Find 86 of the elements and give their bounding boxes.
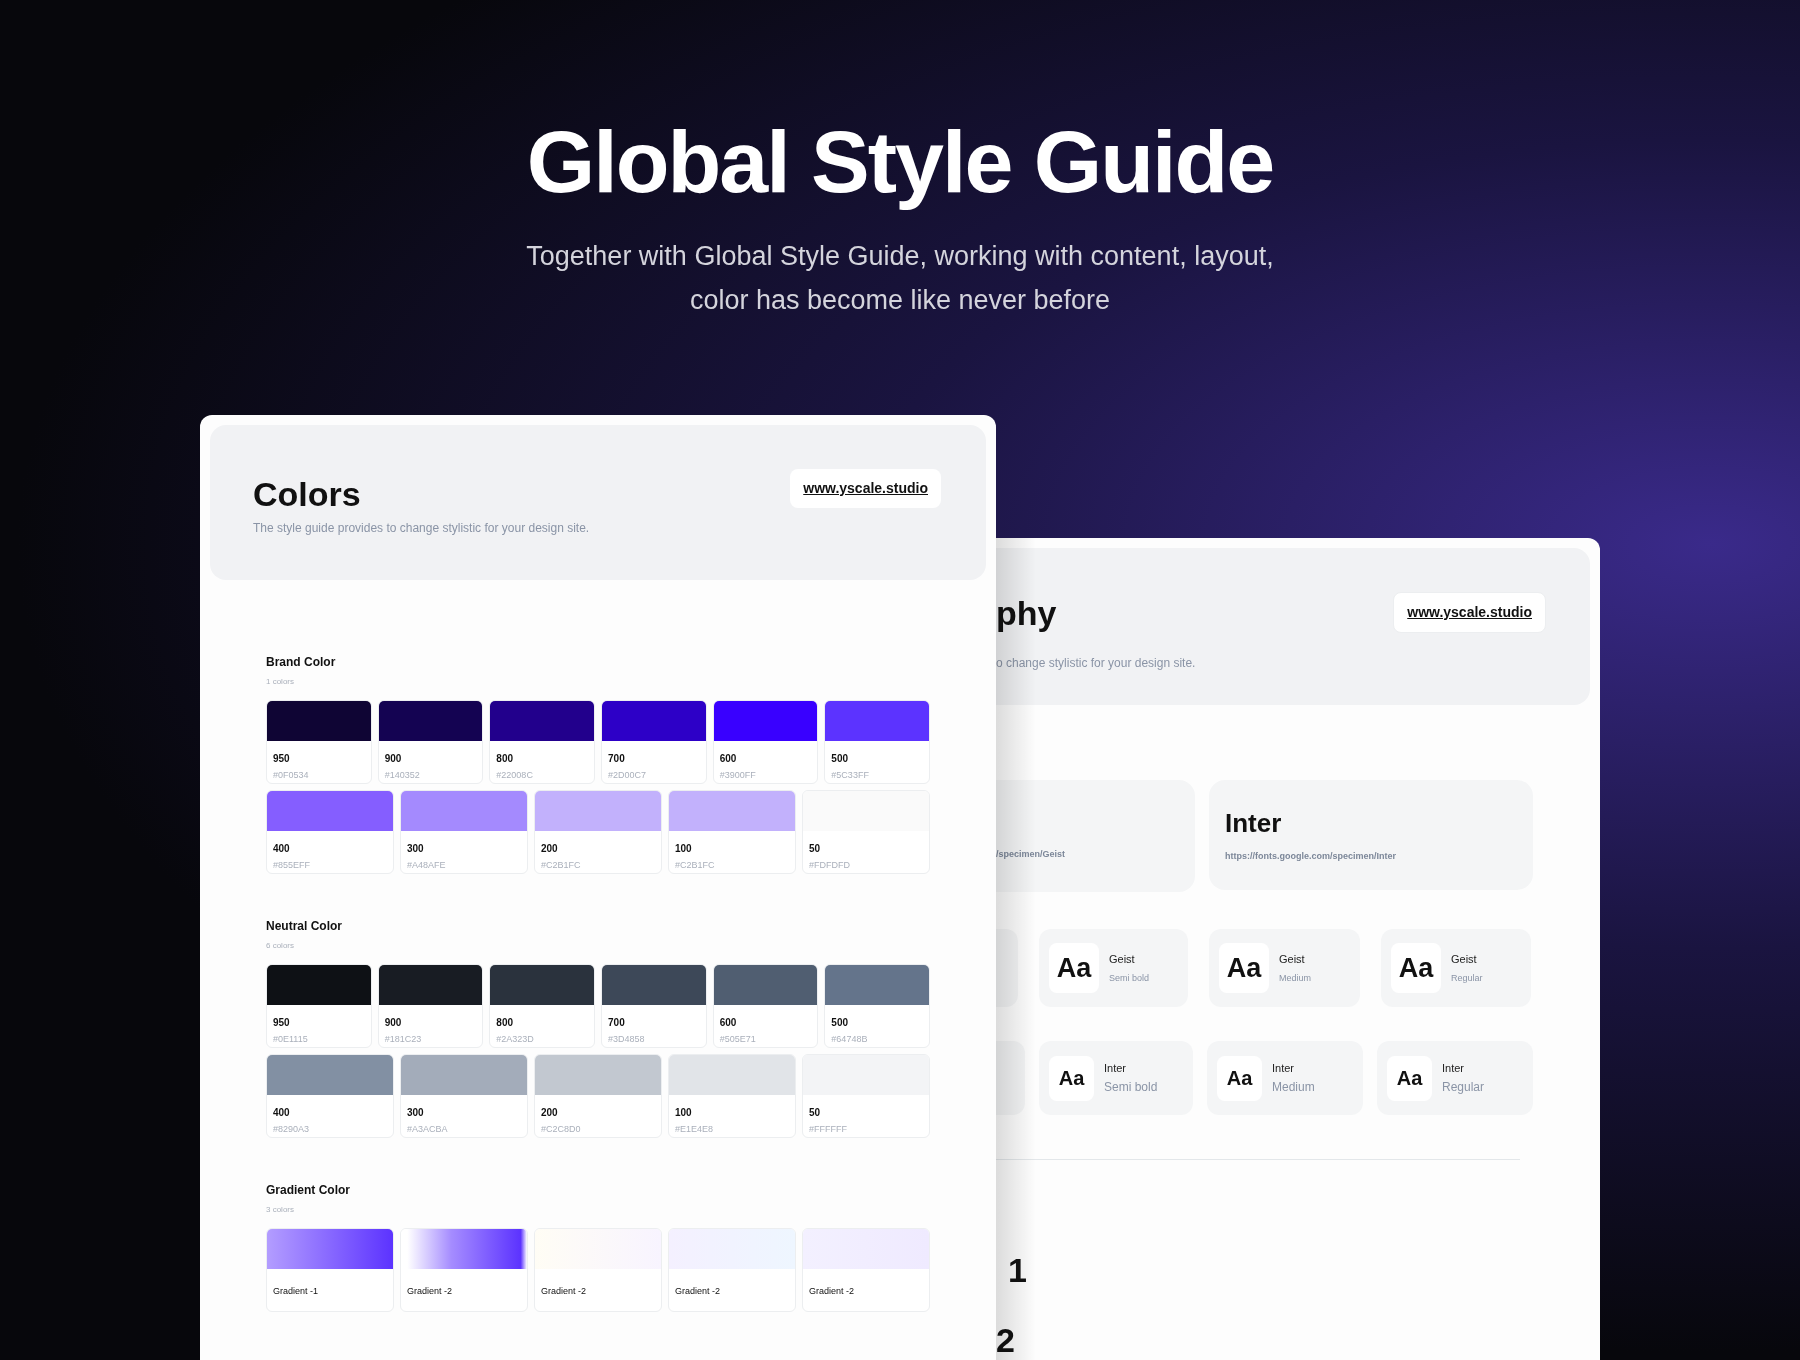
page-title: Global Style Guide bbox=[526, 111, 1274, 213]
color-count: 3 colors bbox=[266, 1204, 295, 1216]
font-sample: Aa bbox=[1391, 943, 1441, 993]
font-weight-label: Regular bbox=[1442, 1079, 1485, 1097]
font-family-label: Geist bbox=[1451, 952, 1478, 967]
shade-label: 700 bbox=[608, 752, 626, 766]
page-subtitle: Together with Global Style Guide, working with content, layout, color has become like never before bbox=[525, 240, 1275, 317]
shade-label: 200 bbox=[541, 1106, 559, 1120]
shade-label: 50 bbox=[809, 842, 822, 856]
font-sample: Aa bbox=[1217, 1055, 1262, 1101]
section-title: phy bbox=[996, 593, 1057, 634]
font-family-label: Inter bbox=[1442, 1060, 1465, 1076]
description-text: The style guide provides to change stylistic for your design site. bbox=[253, 520, 590, 537]
shade-label: 300 bbox=[407, 1106, 425, 1120]
hex-code: #0E1115 bbox=[273, 1033, 309, 1046]
shade-label: 400 bbox=[273, 842, 291, 856]
shade-label: 700 bbox=[608, 1016, 626, 1030]
gradient-label: Gradient -2 bbox=[675, 1285, 722, 1298]
shade-label: 500 bbox=[831, 1016, 850, 1030]
section-heading: Gradient Color bbox=[266, 1182, 351, 1199]
gradient-label: Gradient -2 bbox=[407, 1285, 454, 1298]
hex-code: #22008C bbox=[496, 769, 534, 782]
shade-label: 400 bbox=[273, 1106, 291, 1120]
color-count: 6 colors bbox=[266, 940, 295, 952]
shade-label: 200 bbox=[541, 842, 559, 856]
heading-sample: 1 bbox=[1008, 1250, 1028, 1290]
font-weight-label: Medium bbox=[1272, 1079, 1315, 1097]
hex-code: #C2C8D0 bbox=[541, 1123, 582, 1136]
hex-code: #8290A3 bbox=[273, 1123, 311, 1136]
color-count: 1 colors bbox=[266, 676, 295, 688]
font-weight-label: Medium bbox=[1279, 971, 1311, 985]
shade-label: 950 bbox=[273, 752, 291, 766]
hex-code: #5C33FF bbox=[831, 769, 870, 782]
font-url: https://fonts.google.com/specimen/Inter bbox=[1225, 850, 1396, 863]
shade-label: 600 bbox=[719, 1016, 738, 1030]
shade-label: 500 bbox=[831, 752, 850, 766]
shade-label: 900 bbox=[384, 752, 403, 766]
hex-code: #2A323D bbox=[496, 1033, 535, 1046]
font-family-label: Geist bbox=[1109, 952, 1136, 967]
hex-code: #A48AFE bbox=[407, 859, 447, 872]
description-text: o change stylistic for your design site. bbox=[996, 655, 1196, 672]
font-weight-label: Semi bold bbox=[1104, 1079, 1158, 1097]
font-sample: Aa bbox=[1049, 943, 1099, 993]
gradient-label: Gradient -2 bbox=[809, 1285, 856, 1298]
font-weight-label: Semi bold bbox=[1109, 971, 1150, 985]
font-family-label: Inter bbox=[1272, 1060, 1295, 1076]
shade-label: 300 bbox=[407, 842, 425, 856]
hex-code: #C2B1FC bbox=[541, 859, 582, 872]
hex-code: #140352 bbox=[384, 769, 421, 782]
hex-code: #3900FF bbox=[719, 769, 757, 782]
shade-label: 100 bbox=[675, 1106, 693, 1120]
shade-label: 950 bbox=[273, 1016, 291, 1030]
font-family-label: Inter bbox=[1104, 1060, 1127, 1076]
section-title: Colors bbox=[253, 474, 361, 515]
shade-label: 100 bbox=[675, 842, 693, 856]
shade-label: 800 bbox=[496, 1016, 515, 1030]
shade-label: 900 bbox=[384, 1016, 403, 1030]
hex-code: #C2B1FC bbox=[675, 859, 716, 872]
font-sample: Aa bbox=[1387, 1055, 1432, 1101]
section-heading: Neutral Color bbox=[266, 918, 343, 935]
shade-label: 600 bbox=[719, 752, 738, 766]
gradient-label: Gradient -2 bbox=[541, 1285, 588, 1298]
website-link[interactable]: www.yscale.studio bbox=[790, 469, 941, 508]
font-sample: Aa bbox=[1049, 1055, 1094, 1101]
hex-code: #A3ACBA bbox=[407, 1123, 449, 1136]
font-url: /specimen/Geist bbox=[996, 848, 1066, 861]
shade-label: 800 bbox=[496, 752, 515, 766]
hex-code: #FDFDFD bbox=[809, 859, 851, 872]
section-heading: Brand Color bbox=[266, 654, 337, 671]
hex-code: #505E71 bbox=[719, 1033, 757, 1046]
hex-code: #3D4858 bbox=[608, 1033, 646, 1046]
font-weight-label: Regular bbox=[1451, 971, 1483, 985]
hex-code: #0F0534 bbox=[273, 769, 310, 782]
font-name: Inter bbox=[1225, 807, 1282, 840]
website-link[interactable]: www.yscale.studio bbox=[1393, 592, 1546, 633]
font-family-label: Geist bbox=[1279, 952, 1306, 967]
hex-code: #E1E4E8 bbox=[675, 1123, 715, 1136]
hex-code: #FFFFFF bbox=[809, 1123, 848, 1136]
heading-sample: 2 bbox=[996, 1320, 1016, 1360]
hex-code: #181C23 bbox=[384, 1033, 423, 1046]
hex-code: #2D00C7 bbox=[608, 769, 648, 782]
gradient-label: Gradient -1 bbox=[273, 1285, 320, 1298]
hex-code: #64748B bbox=[831, 1033, 869, 1046]
font-sample: Aa bbox=[1219, 943, 1269, 993]
shade-label: 50 bbox=[809, 1106, 822, 1120]
hex-code: #855EFF bbox=[273, 859, 312, 872]
